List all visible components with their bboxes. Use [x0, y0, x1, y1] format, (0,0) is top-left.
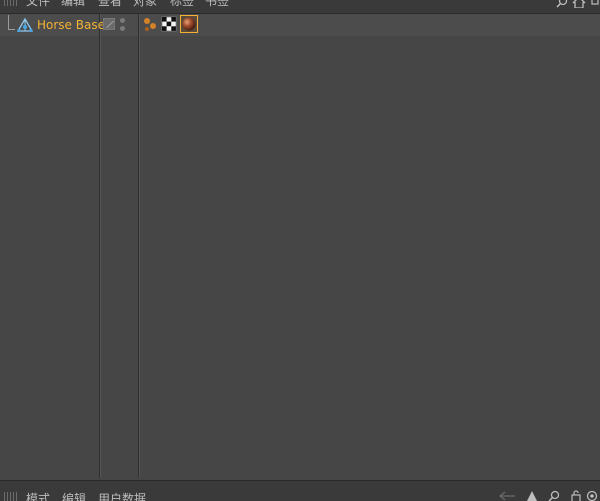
tree-connector: [8, 29, 15, 30]
lock-icon[interactable]: [570, 490, 582, 501]
menu-bookmarks[interactable]: 书签: [205, 0, 229, 9]
search-icon[interactable]: [548, 490, 560, 501]
column-divider-highlight: [100, 14, 101, 478]
settings-icon[interactable]: [586, 490, 598, 501]
menu-tags[interactable]: 标签: [170, 0, 194, 9]
menu-objects[interactable]: 对象: [133, 0, 157, 9]
menu-edit[interactable]: 编辑: [61, 0, 85, 9]
polygon-selection-tag-icon[interactable]: [142, 16, 158, 32]
back-arrow-icon[interactable]: [498, 490, 516, 501]
column-divider-highlight: [139, 14, 140, 478]
menu-edit[interactable]: 编辑: [62, 490, 86, 501]
search-icon[interactable]: [556, 0, 568, 8]
menu-view[interactable]: 查看: [98, 0, 122, 9]
menu-bar: 文件 编辑 查看 对象 标签 书签: [0, 0, 600, 14]
render-visibility-dot[interactable]: [120, 26, 125, 31]
material-tag-icon[interactable]: [181, 16, 197, 32]
menu-overflow-icon[interactable]: [590, 0, 600, 8]
up-arrow-icon[interactable]: [526, 490, 538, 501]
visibility-toggle-icon[interactable]: [120, 18, 126, 31]
tree-connector: [8, 15, 9, 29]
object-name-label[interactable]: Horse Base: [37, 18, 105, 32]
editor-visibility-dot[interactable]: [120, 18, 125, 23]
attributes-menu-bar: 模式 编辑 用户数据: [0, 480, 600, 501]
layer-icon[interactable]: [103, 18, 115, 30]
panel-grip[interactable]: [4, 0, 18, 6]
menu-file[interactable]: 文件: [26, 0, 50, 9]
null-object-icon[interactable]: [17, 18, 33, 32]
menu-user-data[interactable]: 用户数据: [98, 490, 146, 501]
menu-mode[interactable]: 模式: [26, 490, 50, 501]
home-icon[interactable]: [572, 0, 586, 8]
texture-checker-tag-icon[interactable]: [161, 16, 177, 32]
